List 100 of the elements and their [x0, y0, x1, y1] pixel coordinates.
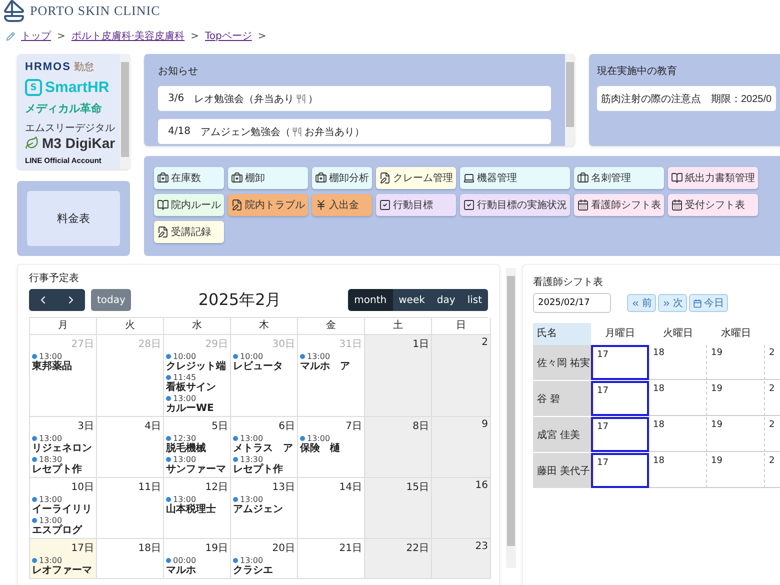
shortcut-button[interactable]: 入出金	[312, 194, 372, 216]
shortcut-button[interactable]: クレーム管理	[376, 167, 456, 189]
education-item[interactable]: 筋肉注射の際の注意点 期限：2025/0	[597, 86, 776, 111]
shortcut-button[interactable]: 棚卸分析	[312, 167, 372, 189]
event-dot	[32, 354, 37, 359]
date-field[interactable]: 2025/02/17	[533, 293, 611, 313]
event-time: 13:00	[173, 495, 196, 504]
shift-cell[interactable]: 2	[765, 417, 780, 452]
nav-button[interactable]: 次	[658, 294, 687, 312]
calendar-icon	[671, 199, 683, 211]
event-title[interactable]: クラシエ	[233, 565, 273, 576]
shift-cell[interactable]: 19	[707, 381, 765, 416]
shortcut-button[interactable]: 院内ルール	[154, 194, 224, 216]
event-time: 13:00	[240, 556, 264, 565]
checkbox-icon	[379, 199, 391, 211]
shortcut-button[interactable]: 行動目標の実施状況	[460, 194, 570, 216]
event-time: 13:00	[39, 516, 62, 525]
event-dot	[32, 558, 37, 563]
event-title[interactable]: レビュータ	[233, 361, 283, 372]
previous-button[interactable]	[29, 289, 57, 311]
event-title[interactable]: 保険 樋	[300, 443, 340, 454]
event-title[interactable]: クレジット端	[166, 361, 226, 372]
event-title[interactable]: レセプト作	[32, 464, 82, 475]
event-title[interactable]: 脱毛機械	[166, 443, 206, 454]
view-tab[interactable]: week	[392, 289, 431, 311]
event-dot	[166, 457, 171, 462]
event-title[interactable]: 看板サイン	[166, 382, 216, 393]
calendar-icon	[577, 199, 589, 211]
event-title[interactable]: レオファーマ	[32, 565, 92, 576]
event-title[interactable]: 山本税理士	[166, 504, 216, 515]
event-time: 13:00	[39, 352, 62, 361]
view-tab[interactable]: month	[348, 289, 393, 311]
shortcut-button[interactable]: 紙出力書類管理	[668, 167, 758, 189]
shift-cell[interactable]: 18	[649, 417, 707, 452]
view-tab[interactable]: day	[430, 289, 462, 311]
nav-button[interactable]: 今日	[689, 294, 728, 312]
scrollbar[interactable]	[565, 54, 575, 146]
shift-cell[interactable]: 17	[591, 345, 649, 380]
hrmos-logo[interactable]: HRMOS	[25, 61, 71, 73]
breadcrumb-separator: >	[57, 30, 66, 42]
document-pen-icon	[157, 226, 169, 238]
shortcut-button[interactable]: 棚卸	[228, 167, 308, 189]
shortcut-button[interactable]: 在庫数	[154, 167, 224, 189]
scrollbar[interactable]	[120, 54, 130, 169]
day-number: 27日	[71, 338, 94, 351]
utensils-icon	[292, 126, 302, 136]
event-title[interactable]: リジェネロン	[32, 443, 92, 454]
event-title[interactable]: アムジェン	[233, 504, 283, 515]
event-dot	[166, 436, 171, 441]
breadcrumb-separator: >	[258, 30, 266, 42]
event-title[interactable]: エスプログ	[32, 525, 82, 536]
event-title[interactable]: サンファーマ	[166, 464, 226, 475]
breadcrumb-link[interactable]: トップ	[21, 29, 51, 43]
event-title[interactable]: マルホ ア	[300, 361, 350, 372]
shift-cell[interactable]: 2	[765, 345, 780, 380]
scrollbar[interactable]	[506, 268, 516, 568]
shortcut-button[interactable]: 受付シフト表	[668, 194, 758, 216]
shortcut-button[interactable]: 院内トラブル	[228, 194, 308, 216]
day-number: 9	[482, 419, 488, 430]
shift-cell[interactable]: 18	[649, 345, 707, 380]
shortcut-button[interactable]: 受講記録	[154, 221, 224, 243]
logo-subtext: 勤怠	[74, 60, 94, 74]
event-time: 12:30	[173, 434, 196, 443]
day-number: 16	[475, 480, 488, 491]
shift-cell[interactable]: 2	[765, 453, 780, 488]
breadcrumb-link[interactable]: ポルト皮膚科·美容皮膚科	[71, 29, 185, 43]
shift-cell[interactable]: 2	[765, 381, 780, 416]
shift-cell[interactable]: 17	[591, 453, 649, 488]
yen-icon	[315, 199, 327, 211]
shift-cell[interactable]: 17	[591, 417, 649, 452]
shortcut-button[interactable]: 看護師シフト表	[574, 194, 664, 216]
event-title[interactable]: マルホ	[166, 565, 196, 576]
event-dot	[32, 518, 37, 523]
notice-card[interactable]: 4/18 アムジェン勉強会（ お弁当あり）	[158, 119, 551, 144]
day-number: 31日	[339, 338, 362, 351]
nav-button[interactable]: 前	[627, 294, 656, 312]
shift-cell[interactable]: 18	[649, 381, 707, 416]
event-title[interactable]: レセプト作	[233, 464, 283, 475]
notice-card[interactable]: 3/6 レオ勉強会（弁当あり ）	[158, 86, 551, 111]
shift-cell[interactable]: 19	[707, 453, 765, 488]
event-title[interactable]: イーライリリ	[32, 504, 92, 515]
day-number: 13日	[272, 481, 295, 494]
shift-cell[interactable]: 17	[591, 381, 649, 416]
fee-table-button[interactable]: 料金表	[27, 191, 120, 246]
next-button[interactable]	[57, 289, 85, 311]
day-number: 6日	[278, 420, 295, 433]
shift-cell[interactable]: 18	[649, 453, 707, 488]
shift-cell[interactable]: 19	[707, 345, 765, 380]
event-title[interactable]: メトラス ア	[233, 443, 293, 454]
day-number: 15日	[406, 481, 429, 494]
staff-name-cell: 藤田 美代子	[533, 453, 591, 489]
shortcut-button[interactable]: 名刺管理	[574, 167, 664, 189]
shortcut-button[interactable]: 機器管理	[460, 167, 570, 189]
event-title[interactable]: 東邦薬品	[32, 361, 72, 372]
view-tab[interactable]: list	[461, 289, 488, 311]
shift-cell[interactable]: 19	[707, 417, 765, 452]
shortcut-button[interactable]: 行動目標	[376, 194, 456, 216]
m3-logo[interactable]: M3 DigiKar	[42, 135, 116, 151]
breadcrumb-link[interactable]: Topページ	[204, 29, 252, 43]
event-title[interactable]: カルーWE	[166, 403, 214, 414]
